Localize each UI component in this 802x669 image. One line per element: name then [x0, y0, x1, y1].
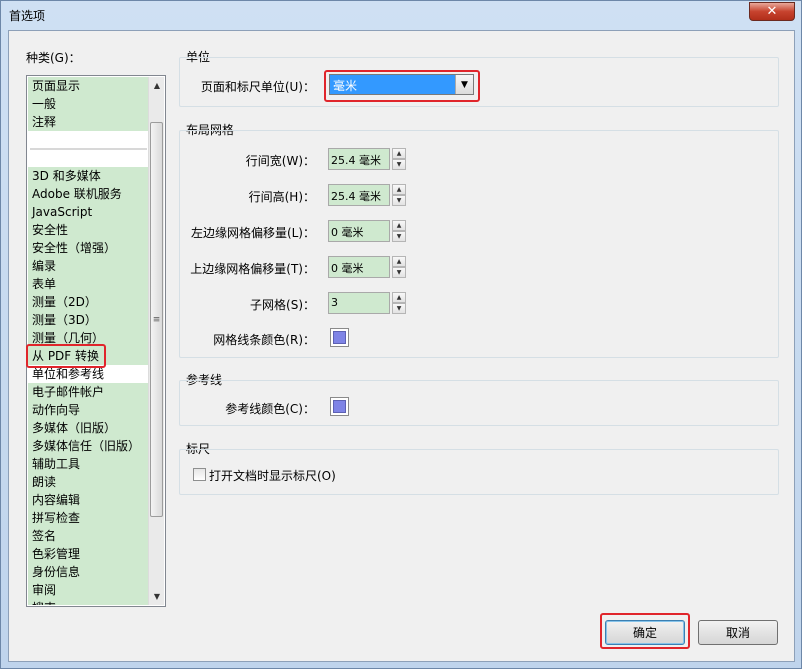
color-fill — [333, 331, 346, 344]
grid-color-swatch[interactable] — [330, 328, 349, 347]
guide-color-swatch[interactable] — [330, 397, 349, 416]
subgrid-input[interactable]: 3 — [328, 292, 390, 314]
cancel-button[interactable]: 取消 — [698, 620, 778, 645]
top-offset-label: 上边缘网格偏移量(T)： — [190, 262, 315, 276]
left-offset-stepper[interactable]: ▲ ▼ — [392, 220, 406, 242]
category-item[interactable]: 身份信息 — [28, 563, 149, 581]
show-rulers-label: 打开文档时显示标尺(O) — [209, 469, 336, 483]
category-items: 页面显示 一般 注释 3D 和多媒体 Adobe 联机服务 JavaScript 安全性 安全… — [28, 77, 149, 605]
category-item[interactable]: 安全性（增强） — [28, 239, 149, 257]
guide-color-label: 参考线颜色(C)： — [225, 402, 315, 416]
selected-category-highlight — [26, 344, 106, 368]
category-item[interactable]: 搜索 — [28, 599, 149, 605]
units-dropdown-highlight — [324, 70, 480, 102]
grid-color-label: 网格线条颜色(R)： — [213, 333, 315, 347]
grid-width-input[interactable]: 25.4 毫米 — [328, 148, 390, 170]
grid-width-stepper[interactable]: ▲ ▼ — [392, 148, 406, 170]
category-item[interactable]: 安全性 — [28, 221, 149, 239]
color-fill — [333, 400, 346, 413]
category-item[interactable]: 色彩管理 — [28, 545, 149, 563]
left-offset-label: 左边缘网格偏移量(L)： — [190, 226, 315, 240]
category-item[interactable]: 表单 — [28, 275, 149, 293]
category-item[interactable]: 电子邮件帐户 — [28, 383, 149, 401]
categories-label: 种类(G)： — [26, 51, 81, 65]
spin-up-icon[interactable]: ▲ — [392, 292, 406, 303]
grid-height-stepper[interactable]: ▲ ▼ — [392, 184, 406, 206]
grid-height-input[interactable]: 25.4 毫米 — [328, 184, 390, 206]
window-title: 首选项 — [9, 9, 46, 23]
category-item[interactable]: 多媒体信任（旧版） — [28, 437, 149, 455]
top-offset-input[interactable]: 0 毫米 — [328, 256, 390, 278]
grid-width-label: 行间宽(W)： — [245, 154, 315, 168]
top-offset-stepper[interactable]: ▲ ▼ — [392, 256, 406, 278]
spin-up-icon[interactable]: ▲ — [392, 256, 406, 267]
spin-down-icon[interactable]: ▼ — [392, 303, 406, 314]
category-item[interactable]: Adobe 联机服务 — [28, 185, 149, 203]
spin-down-icon[interactable]: ▼ — [392, 159, 406, 170]
category-item[interactable]: 一般 — [28, 95, 149, 113]
spin-down-icon[interactable]: ▼ — [392, 267, 406, 278]
grid-height-label: 行间高(H)： — [248, 190, 315, 204]
category-item[interactable]: 编录 — [28, 257, 149, 275]
category-item[interactable]: 辅助工具 — [28, 455, 149, 473]
category-item[interactable]: 签名 — [28, 527, 149, 545]
category-item[interactable]: 3D 和多媒体 — [28, 167, 149, 185]
preferences-dialog: 首选项 ✕ 种类(G)： 页面显示 一般 注释 3D 和多媒体 Adobe 联机服务 Ja… — [0, 0, 802, 669]
category-item[interactable]: 测量（2D） — [28, 293, 149, 311]
dialog-client-area: 种类(G)： 页面显示 一般 注释 3D 和多媒体 Adobe 联机服务 JavaScri… — [8, 30, 795, 662]
scroll-down-icon[interactable]: ▼ — [149, 588, 165, 605]
spin-up-icon[interactable]: ▲ — [392, 184, 406, 195]
category-separator — [28, 131, 149, 167]
scroll-thumb[interactable]: ≡ — [150, 122, 163, 517]
category-item[interactable]: 朗读 — [28, 473, 149, 491]
title-bar[interactable]: 首选项 ✕ — [1, 1, 801, 29]
show-rulers-checkbox[interactable] — [193, 468, 206, 481]
ok-button-highlight — [600, 613, 690, 649]
category-item[interactable]: 动作向导 — [28, 401, 149, 419]
spin-down-icon[interactable]: ▼ — [392, 231, 406, 242]
category-item[interactable]: 注释 — [28, 113, 149, 131]
category-item[interactable]: 内容编辑 — [28, 491, 149, 509]
category-item[interactable]: 拼写检查 — [28, 509, 149, 527]
subgrid-stepper[interactable]: ▲ ▼ — [392, 292, 406, 314]
close-button[interactable]: ✕ — [749, 2, 795, 21]
category-item[interactable]: 多媒体（旧版） — [28, 419, 149, 437]
spin-up-icon[interactable]: ▲ — [392, 220, 406, 231]
category-list[interactable]: 页面显示 一般 注释 3D 和多媒体 Adobe 联机服务 JavaScript 安全性 安全… — [26, 75, 166, 607]
spin-down-icon[interactable]: ▼ — [392, 195, 406, 206]
category-item[interactable]: JavaScript — [28, 203, 149, 221]
category-item[interactable]: 页面显示 — [28, 77, 149, 95]
category-item[interactable]: 测量（3D） — [28, 311, 149, 329]
spin-up-icon[interactable]: ▲ — [392, 148, 406, 159]
subgrid-label: 子网格(S)： — [250, 298, 315, 312]
left-offset-input[interactable]: 0 毫米 — [328, 220, 390, 242]
page-ruler-units-label: 页面和标尺单位(U)： — [200, 80, 315, 94]
category-item[interactable]: 审阅 — [28, 581, 149, 599]
